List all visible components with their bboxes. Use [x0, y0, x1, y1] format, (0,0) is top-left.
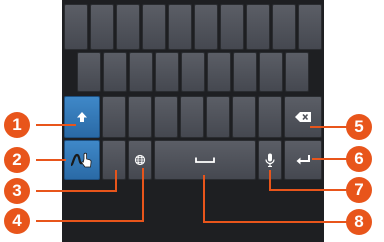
callout-badge-7: 7 [346, 177, 372, 203]
leader-line-4 [36, 168, 144, 222]
leader-line-3 [36, 170, 117, 192]
callout-badge-5: 5 [346, 114, 372, 140]
callout-badge-2: 2 [4, 147, 30, 173]
callout-badge-6: 6 [346, 146, 372, 172]
callout-badge-4: 4 [4, 208, 30, 234]
callout-badge-3: 3 [4, 178, 30, 204]
leader-line-8 [203, 175, 348, 223]
leader-line-7 [269, 170, 348, 191]
callout-badge-8: 8 [346, 209, 372, 235]
callout-badge-1: 1 [4, 112, 30, 138]
callout-leader-lines [36, 124, 348, 223]
